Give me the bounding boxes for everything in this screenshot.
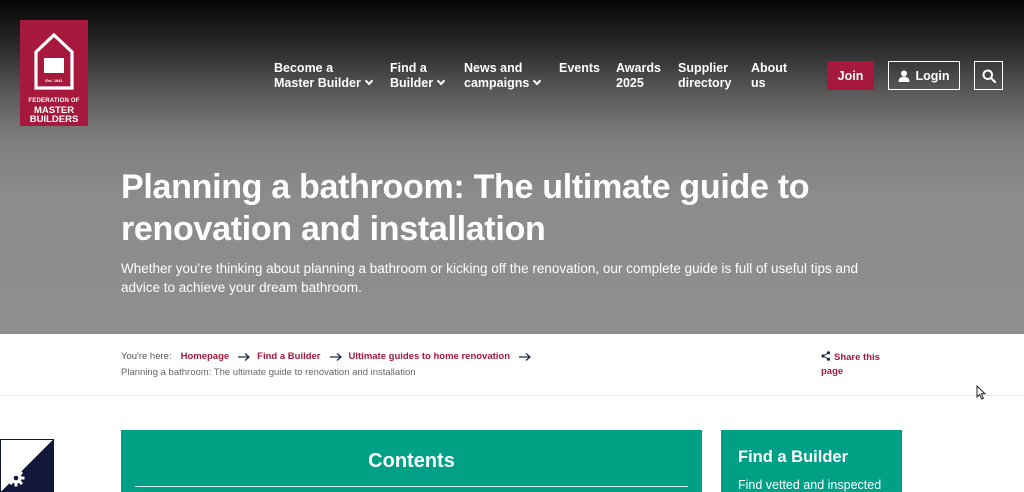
nav-become-master-builder[interactable]: Become a Master Builder [274, 61, 374, 91]
page-title-line1: Planning a bathroom: The ultimate guide … [121, 168, 810, 206]
page-subtitle: Whether you're thinking about planning a… [121, 259, 911, 297]
logo-federation-text: FEDERATION OF [28, 98, 80, 104]
arrow-right-icon [519, 352, 532, 361]
nav-news-and-campaigns[interactable]: News and campaigns [464, 61, 542, 91]
share-label-line1: Share this [834, 352, 880, 363]
chevron-down-icon [533, 76, 542, 86]
share-icon [821, 351, 831, 361]
nav-awards-2025[interactable]: Awards 2025 [616, 61, 661, 91]
page-title-line2: renovation and installation [121, 210, 546, 248]
nav-label-line1: Events [559, 61, 600, 75]
nav-about-us[interactable]: About us [751, 61, 787, 91]
search-icon [982, 69, 996, 83]
breadcrumb-link-ultimate-guides[interactable]: Ultimate guides to home renovation [349, 351, 511, 362]
nav-events[interactable]: Events [559, 61, 600, 76]
nav-label-line2: directory [678, 76, 732, 90]
arrow-right-icon [238, 352, 251, 361]
contents-panel: Contents [121, 430, 702, 492]
share-page-link[interactable]: Share this page [821, 351, 891, 379]
page-subtitle-line1: Whether you're thinking about planning a… [121, 261, 859, 276]
chevron-down-icon [436, 76, 446, 86]
nav-label-line2: 2025 [616, 76, 644, 90]
nav-label-line2: Builder [390, 76, 434, 90]
contents-divider [135, 486, 688, 487]
search-button[interactable] [974, 61, 1003, 90]
chevron-down-icon [364, 76, 374, 86]
breadcrumb-current: Planning a bathroom: The ultimate guide … [121, 367, 416, 378]
breadcrumb-link-homepage[interactable]: Homepage [181, 351, 230, 362]
breadcrumb: You're here: Homepage Find a Builder Ult… [121, 351, 538, 362]
logo-builders-text: BUILDERS [29, 114, 79, 125]
cookie-settings-button[interactable] [0, 439, 54, 492]
nav-label-line1: About [751, 61, 788, 75]
nav-label-line1: Find a [390, 61, 427, 75]
find-a-builder-title: Find a Builder [738, 448, 849, 466]
login-button[interactable]: Login [888, 61, 960, 90]
breadcrumb-link-find-a-builder[interactable]: Find a Builder [257, 351, 320, 362]
nav-label-line2: campaigns [464, 76, 530, 90]
breadcrumb-prefix: You're here: [121, 351, 172, 362]
find-a-builder-text: Find vetted and inspected [738, 478, 882, 492]
login-label: Login [915, 68, 950, 83]
house-logo-icon: Est. 1941 [34, 32, 74, 90]
logo-est-text: Est. 1941 [45, 78, 63, 83]
nav-supplier-directory[interactable]: Supplier directory [678, 61, 732, 91]
user-icon [898, 70, 910, 82]
mouse-cursor-icon [976, 385, 987, 400]
nav-label-line1: Supplier [678, 61, 729, 75]
contents-title: Contents [368, 450, 455, 472]
nav-label-line2: us [751, 76, 766, 90]
page-subtitle-line2: advice to achieve your dream bathroom. [121, 280, 362, 295]
arrow-right-icon [329, 352, 342, 361]
page-title: Planning a bathroom: The ultimate guide … [121, 166, 901, 250]
gear-icon [7, 469, 25, 487]
fmb-logo[interactable]: Est. 1941 FEDERATION OF MASTER BUILDERS [20, 20, 88, 126]
nav-label-line2: Master Builder [274, 76, 361, 90]
nav-find-a-builder[interactable]: Find a Builder [390, 61, 446, 91]
nav-label-line1: Become a [274, 61, 334, 75]
share-label-line2: page [821, 366, 844, 377]
find-a-builder-card[interactable]: Find a Builder Find vetted and inspected [721, 430, 902, 492]
nav-label-line1: Awards [616, 61, 661, 75]
nav-label-line1: News and [464, 61, 523, 75]
join-button[interactable]: Join [827, 61, 874, 90]
